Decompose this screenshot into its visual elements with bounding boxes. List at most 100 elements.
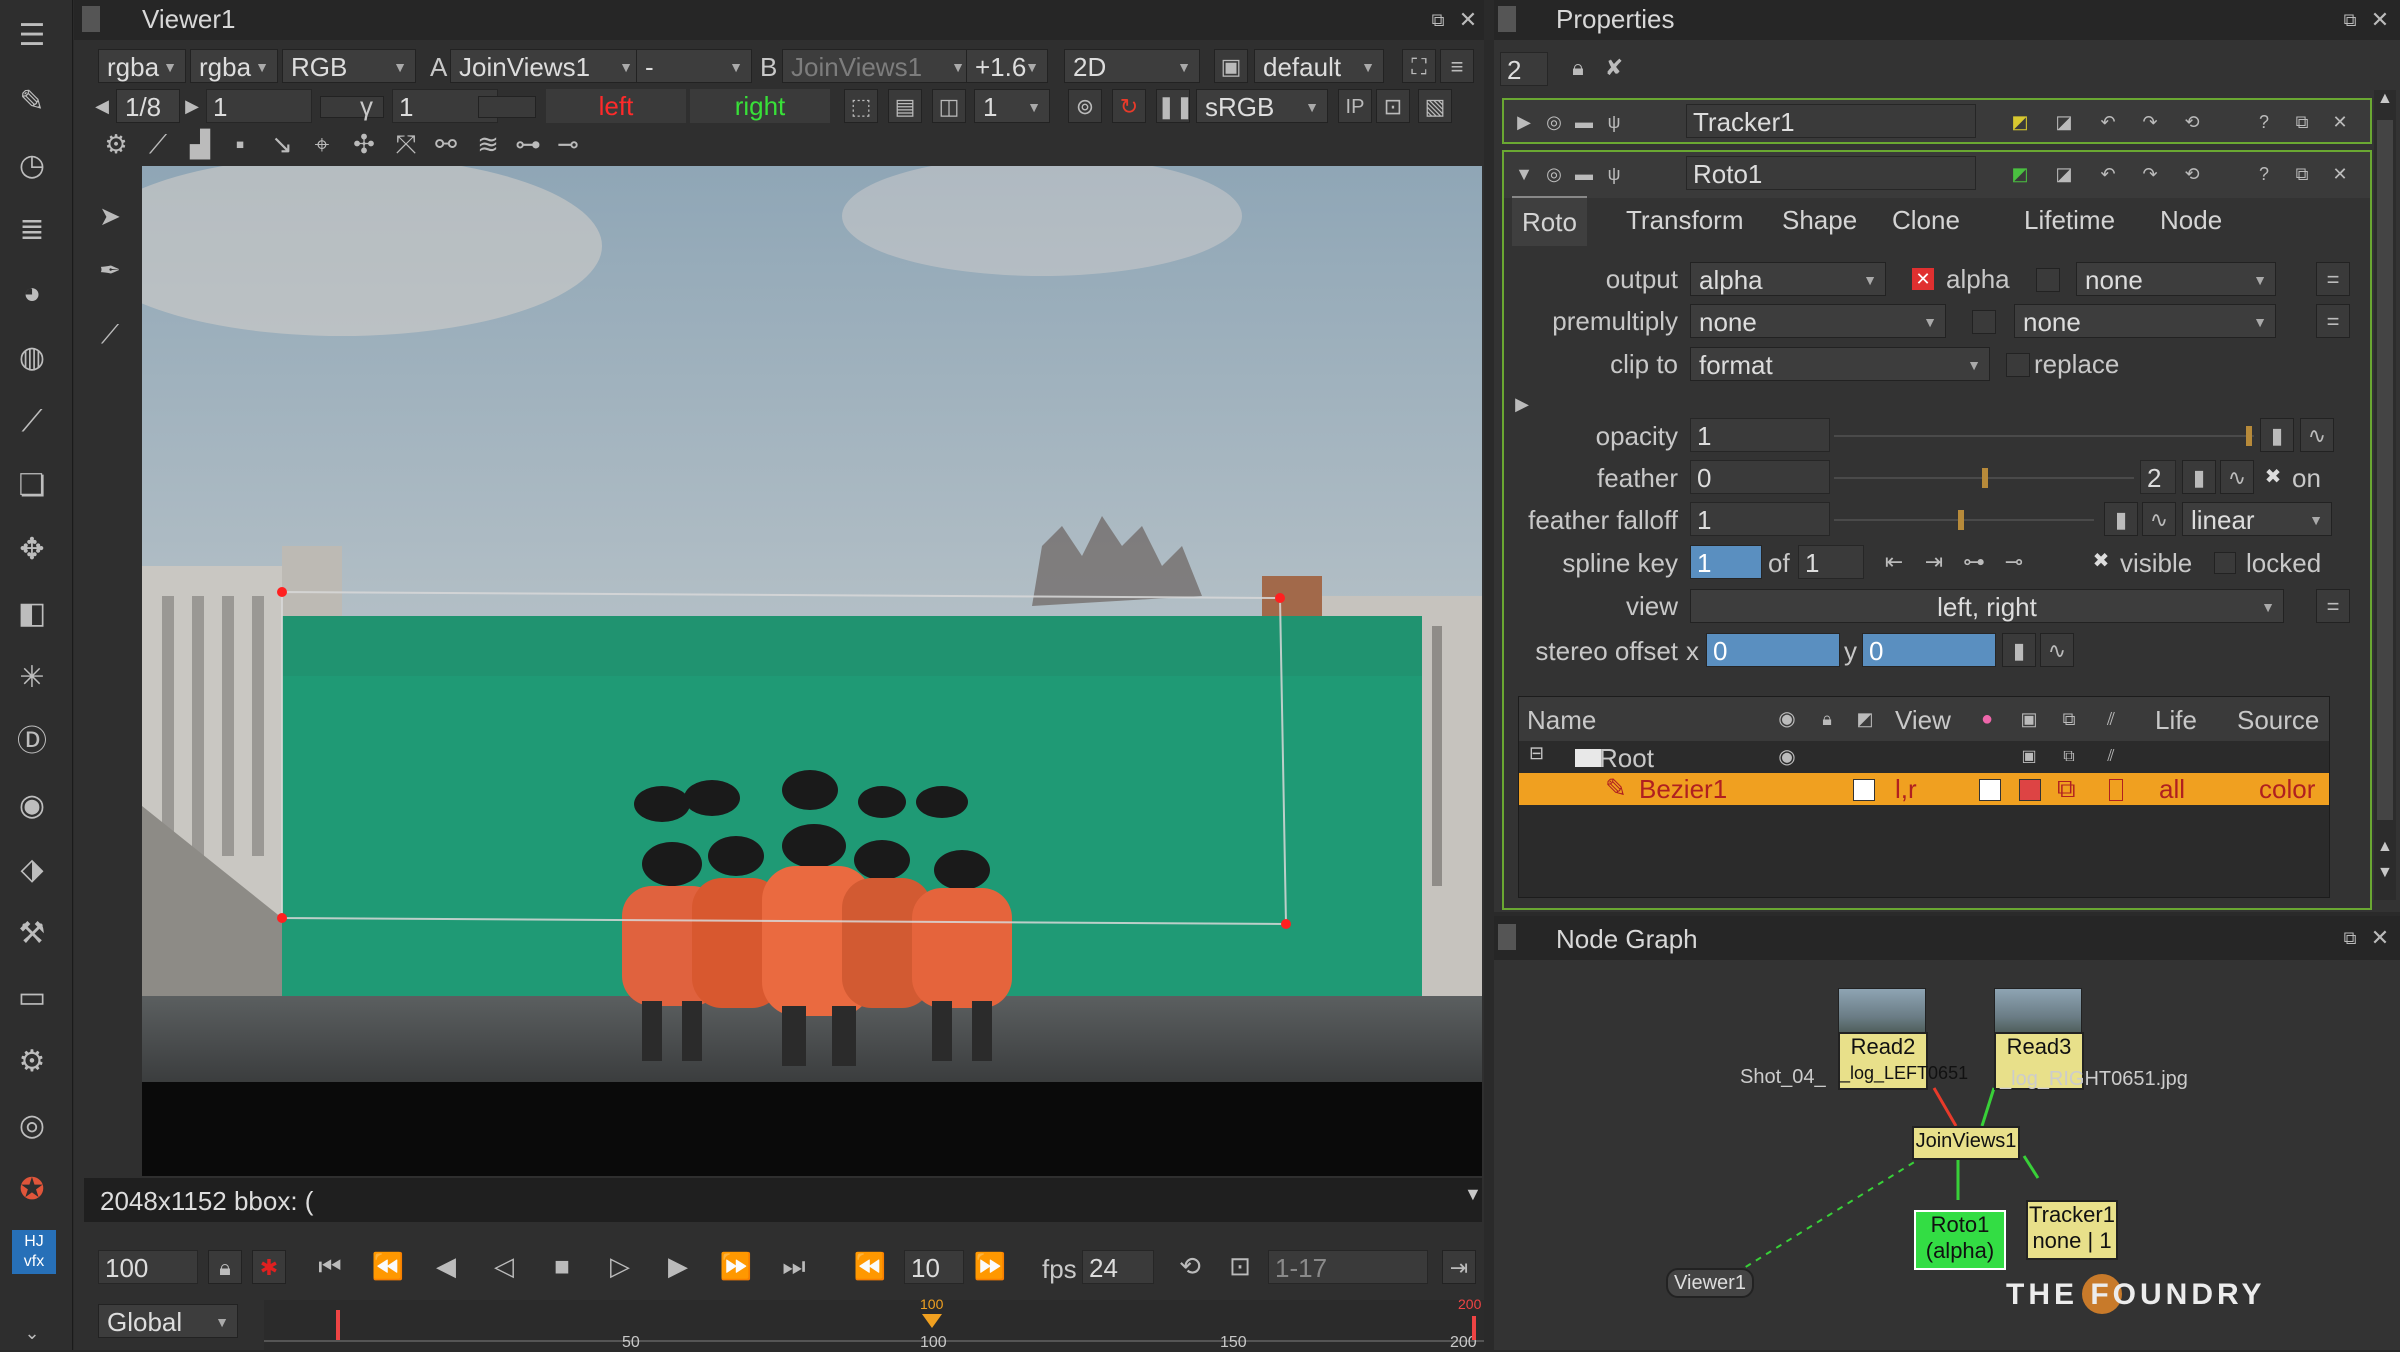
output-alpha-checkbox[interactable]: ✕	[1912, 268, 1934, 290]
scroll-down-icon[interactable]: ▲	[2377, 838, 2393, 856]
splinekey-total-field[interactable]: 1	[1798, 545, 1864, 579]
smooth-icon[interactable]: ✣	[344, 124, 384, 164]
stereo-x-field[interactable]: 0	[1706, 633, 1840, 667]
fps-field[interactable]: 24	[1082, 1250, 1154, 1284]
merge-icon[interactable]: ❏	[10, 464, 54, 508]
range-toggle-icon[interactable]: ⇥	[1442, 1250, 1476, 1284]
view-left-button[interactable]: left	[546, 89, 686, 123]
prev-key-icon[interactable]: ⏪	[368, 1246, 408, 1286]
col-name[interactable]: Name	[1527, 705, 1596, 736]
next-icon[interactable]: ▶	[180, 86, 204, 126]
bezier-blend-icon[interactable]: ⧉	[2057, 773, 2076, 805]
particles-icon[interactable]: ✳	[10, 656, 54, 700]
color-chip-icon[interactable]: ◩	[2000, 102, 2040, 142]
premultiply-extra-dropdown[interactable]: none ▼	[2014, 304, 2276, 338]
play-icon[interactable]: ▷	[600, 1246, 640, 1286]
bezier-mb-swatch[interactable]	[2109, 779, 2123, 801]
skip-back-icon[interactable]: ⏪	[850, 1246, 890, 1286]
lut-dropdown[interactable]: default ▼	[1254, 49, 1384, 83]
prev-key-icon[interactable]: ⇤	[1874, 542, 1914, 582]
viewer-tab[interactable]: Viewer1	[142, 4, 235, 35]
ocula-icon[interactable]: ◎	[10, 1104, 54, 1148]
frame-field[interactable]: 1	[206, 89, 312, 123]
table-row-root[interactable]: ⊟ Root ◉ ▣ ⧉ ⫽	[1519, 743, 2329, 773]
close-icon[interactable]: ✕	[2320, 154, 2360, 194]
float-icon[interactable]: ⧉	[2282, 102, 2322, 142]
properties-scrollbar[interactable]: ▲ ▲ ▼	[2374, 90, 2396, 900]
feather-anim-icon[interactable]: ▮	[2182, 460, 2216, 494]
tab-node[interactable]: Node	[2150, 196, 2232, 244]
stereo-curve-icon[interactable]: ∿	[2040, 633, 2074, 667]
timeline-ruler[interactable]: 50 100 150 200 100 200	[264, 1296, 1484, 1351]
properties-tab-grip[interactable]	[1498, 6, 1516, 32]
clip-warning-icon[interactable]: ⊚	[1068, 89, 1102, 123]
bezier-color-swatch[interactable]	[1979, 779, 2001, 801]
color-chip2-icon[interactable]: ◪	[2044, 102, 2084, 142]
eye-icon[interactable]: ◉	[1767, 699, 1807, 739]
lock-icon[interactable]: 🔒︎	[208, 1250, 242, 1284]
output-dropdown[interactable]: alpha ▼	[1690, 262, 1886, 296]
gamma-slider[interactable]	[478, 96, 536, 118]
premultiply-checkbox[interactable]	[1972, 310, 1996, 334]
compare-icon[interactable]: ◫	[932, 89, 966, 123]
play-back-icon[interactable]: ◁	[484, 1246, 524, 1286]
remove-key-icon[interactable]: ⊸	[548, 124, 588, 164]
scroll-thumb[interactable]	[2377, 120, 2393, 820]
time-icon[interactable]: ◷	[10, 144, 54, 188]
refresh-icon[interactable]: ↻	[1112, 89, 1146, 123]
feather-slider[interactable]	[1834, 468, 2134, 488]
output-extra-dropdown[interactable]: none ▼	[2076, 262, 2276, 296]
roto-node[interactable]: Roto1 (alpha)	[1914, 1210, 2006, 1270]
transform-icon[interactable]: ✥	[10, 528, 54, 572]
camera-icon[interactable]: ▣	[1214, 49, 1248, 83]
bezier-tool-icon[interactable]: ✒	[90, 250, 130, 290]
replace-checkbox[interactable]	[2006, 353, 2030, 377]
gain-slider[interactable]	[320, 96, 384, 118]
range-icon[interactable]: ⊡	[1220, 1246, 1260, 1286]
next-key-icon[interactable]: ⇥	[1914, 542, 1954, 582]
prev-icon[interactable]: ◀	[90, 86, 114, 126]
view-right-button[interactable]: right	[690, 89, 830, 123]
wave-icon[interactable]: ≋	[468, 124, 508, 164]
scroll-up-icon[interactable]: ▲	[2377, 90, 2393, 108]
channel-icon[interactable]: ≣	[10, 208, 54, 252]
stop-icon[interactable]: ■	[542, 1246, 582, 1286]
falloff-anim-icon[interactable]: ▮	[2104, 502, 2138, 536]
splinekey-field[interactable]: 1	[1690, 545, 1762, 579]
col-source[interactable]: Source	[2237, 705, 2319, 736]
blend-icon[interactable]: ⧉	[2049, 699, 2089, 739]
feather-on-checkbox[interactable]: ✖	[2262, 466, 2284, 488]
settings-icon[interactable]: ⚙	[96, 124, 136, 164]
step-forward-icon[interactable]: ▶	[658, 1246, 698, 1286]
skip-forward-icon[interactable]: ⏩	[970, 1246, 1010, 1286]
motion-blur-icon[interactable]: ⫽	[2091, 737, 2131, 777]
visible-checkbox[interactable]: ✖	[2090, 550, 2112, 572]
read2-thumbnail[interactable]	[1838, 988, 1926, 1036]
roi-icon[interactable]: ⬚	[844, 89, 878, 123]
feather-curve-icon[interactable]: ∿	[2220, 460, 2254, 494]
clear-panels-icon[interactable]: ✘	[1594, 48, 1634, 88]
opacity-anim-icon[interactable]: ▮	[2260, 418, 2294, 452]
input-a-dropdown[interactable]: JoinViews1 ▼	[450, 49, 642, 83]
feather-tool-icon[interactable]: ⟋	[138, 124, 178, 164]
help-icon[interactable]: ?	[2244, 102, 2284, 142]
revert-icon[interactable]: ⟲	[2172, 154, 2212, 194]
viewer-node[interactable]: Viewer1	[1666, 1268, 1754, 1298]
locked-checkbox[interactable]	[2214, 552, 2236, 574]
plugin-icon[interactable]: ✪	[10, 1168, 54, 1212]
layout-icon[interactable]: ☰	[10, 14, 54, 58]
max-panels-field[interactable]: 2	[1500, 52, 1548, 86]
record-icon[interactable]: ✱	[252, 1250, 286, 1284]
add-key-icon[interactable]: ⊶	[1954, 542, 1994, 582]
pause-icon[interactable]: ❚❚	[1156, 89, 1194, 123]
menu-icon[interactable]: ≡	[1440, 49, 1474, 83]
float-icon[interactable]: ⧉	[2282, 154, 2322, 194]
feather-field[interactable]: 0	[1690, 460, 1830, 494]
stereo-y-field[interactable]: 0	[1862, 633, 1996, 667]
tab-lifetime[interactable]: Lifetime	[2014, 196, 2125, 244]
viewer-tab-grip[interactable]	[82, 6, 100, 32]
falloff-field[interactable]: 1	[1690, 502, 1830, 536]
tab-roto[interactable]: Roto	[1512, 196, 1587, 246]
tool-icon[interactable]: ψ	[1594, 154, 1634, 194]
falloff-curve-icon[interactable]: ∿	[2142, 502, 2176, 536]
